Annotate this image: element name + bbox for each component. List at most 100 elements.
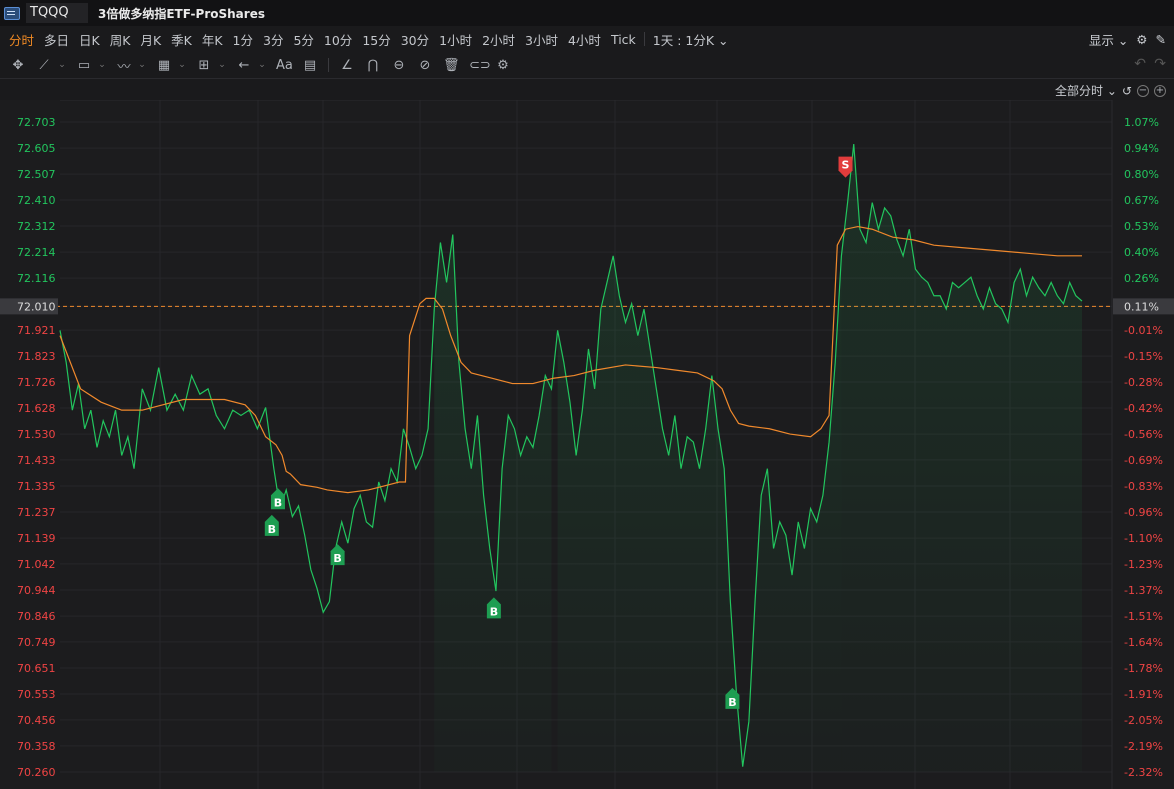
pct-tick-label: -0.28%	[1124, 376, 1163, 389]
hide-icon[interactable]: ⊘	[417, 58, 433, 73]
pct-tick-label: -2.05%	[1124, 714, 1163, 727]
chevron-down-icon[interactable]: ⌄	[218, 60, 226, 70]
pct-tick-label: -1.10%	[1124, 532, 1163, 545]
y-tick-label: 70.358	[17, 740, 56, 753]
chevron-down-icon[interactable]: ⌄	[138, 60, 146, 70]
pct-tick-label: 0.26%	[1124, 272, 1159, 285]
display-label: 显示	[1088, 32, 1114, 48]
display-menu[interactable]: 显示 ⌄	[1089, 30, 1128, 49]
period-tab[interactable]: 3小时	[525, 30, 566, 49]
zoom-out-icon[interactable]: −	[1137, 84, 1149, 97]
gear-icon[interactable]: ⚙	[1136, 32, 1147, 47]
pct-tick-label: -0.56%	[1124, 428, 1163, 441]
y-tick-label: 70.749	[17, 636, 56, 649]
ticker-input[interactable]: TQQQ	[26, 3, 88, 23]
chevron-down-icon: ⌄	[718, 32, 729, 48]
period-tab[interactable]: 多日	[44, 30, 77, 49]
chart-header: 全部分时 ⌄ ↺ − +	[0, 78, 1174, 101]
text-tool-icon[interactable]: Aa	[276, 58, 293, 73]
y-tick-label: 70.944	[17, 584, 56, 597]
range-select[interactable]: 全部分时 ⌄	[1055, 82, 1117, 99]
pct-tick-label: 0.94%	[1124, 142, 1159, 155]
y-tick-label: 70.553	[17, 688, 56, 701]
pct-tick-label: -1.78%	[1124, 662, 1163, 675]
buy-marker-label: B	[274, 496, 282, 509]
period-tab[interactable]: 15分	[362, 30, 398, 49]
combo-period-label: 1天 : 1分K	[652, 32, 715, 48]
magnet-icon[interactable]: ⋂	[365, 58, 381, 73]
security-name: 3倍做多纳指ETF-ProShares	[98, 6, 265, 21]
y-tick-label: 70.846	[17, 610, 56, 623]
line-tool-icon[interactable]: ∠	[339, 58, 355, 73]
trash-icon[interactable]: 🗑	[443, 58, 460, 73]
wave-tool-icon[interactable]: 〰	[116, 56, 132, 75]
pct-tick-label: -0.96%	[1124, 506, 1163, 519]
y-tick-label: 71.823	[17, 350, 56, 363]
pct-tick-label: -0.83%	[1124, 480, 1163, 493]
period-tab[interactable]: 季K	[171, 30, 200, 49]
menu-icon[interactable]	[4, 6, 20, 20]
measure-tool-icon[interactable]: ▦	[156, 58, 172, 73]
buy-marker-label: B	[268, 523, 276, 536]
pct-tick-label: 0.67%	[1124, 194, 1159, 207]
period-tab[interactable]: 2小时	[482, 30, 523, 49]
reset-icon[interactable]: ↺	[1122, 84, 1132, 98]
pencil-icon[interactable]: ✎	[1156, 32, 1166, 47]
comment-tool-icon[interactable]: ▤	[302, 58, 318, 73]
chevron-down-icon[interactable]: ⌄	[258, 60, 266, 70]
pct-tick-label: 0.40%	[1124, 246, 1159, 259]
pct-tick-label: -1.23%	[1124, 558, 1163, 571]
period-tab[interactable]: 周K	[110, 30, 139, 49]
y-tick-label: 71.139	[17, 532, 56, 545]
redo-icon[interactable]: ↷	[1154, 56, 1166, 72]
pct-tick-label: -0.69%	[1124, 454, 1163, 467]
period-tab[interactable]: 5分	[293, 30, 321, 49]
zoom-in-icon[interactable]: +	[1154, 84, 1166, 97]
period-tab[interactable]: 10分	[324, 30, 360, 49]
y-tick-label: 72.116	[17, 272, 56, 285]
visibility-icon[interactable]: ⊖	[391, 58, 407, 73]
arrow-tool-icon[interactable]: ←	[236, 58, 252, 73]
divider	[643, 32, 645, 46]
period-tab[interactable]: 日K	[79, 30, 108, 49]
pct-tick-label: -2.19%	[1124, 740, 1163, 753]
pct-tick-label: -1.91%	[1124, 688, 1163, 701]
chevron-down-icon[interactable]: ⌄	[98, 60, 106, 70]
period-tab[interactable]: 1分	[233, 30, 261, 49]
pct-tick-label: 1.07%	[1124, 116, 1159, 129]
link-icon[interactable]: ⊂⊃	[469, 58, 491, 73]
intraday-chart[interactable]: 72.703 72.605 72.507 72.410 72.312 72.214 72.1…	[0, 100, 1174, 789]
pct-tick-label: 0.11%	[1124, 300, 1159, 313]
period-tab[interactable]: Tick	[611, 32, 644, 47]
buy-marker-label: B	[728, 696, 736, 709]
title-bar: TQQQ 3倍做多纳指ETF-ProShares	[0, 0, 1174, 26]
pct-tick-label: -0.42%	[1124, 402, 1163, 415]
crosshair-move-icon[interactable]: ✥	[10, 58, 26, 73]
y-tick-label: 71.921	[17, 324, 56, 337]
period-tab[interactable]: 分时	[9, 30, 42, 49]
trendline-tool-icon[interactable]: ⟋	[36, 58, 52, 73]
divider	[328, 58, 329, 72]
chevron-down-icon[interactable]: ⌄	[178, 60, 186, 70]
period-tab[interactable]: 年K	[202, 30, 231, 49]
y-tick-label: 72.010	[17, 300, 56, 313]
period-tab[interactable]: 30分	[401, 30, 437, 49]
y-tick-label: 72.214	[17, 246, 56, 259]
range-label: 全部分时	[1055, 84, 1104, 98]
chevron-down-icon[interactable]: ⌄	[58, 60, 66, 70]
pct-tick-label: -0.01%	[1124, 324, 1163, 337]
buy-marker-label: B	[490, 605, 498, 618]
settings-icon[interactable]: ⚙	[495, 58, 511, 73]
y-tick-label: 72.605	[17, 142, 56, 155]
period-tab[interactable]: 1小时	[439, 30, 480, 49]
combo-period-select[interactable]: 1天 : 1分K ⌄	[653, 30, 737, 49]
rectangle-tool-icon[interactable]: ▭	[76, 58, 92, 73]
y-tick-label: 71.433	[17, 454, 56, 467]
period-tab[interactable]: 月K	[140, 30, 169, 49]
pct-tick-label: 0.53%	[1124, 220, 1159, 233]
period-tab[interactable]: 3分	[263, 30, 291, 49]
undo-icon[interactable]: ↶	[1134, 56, 1146, 72]
pct-tick-label: -1.37%	[1124, 584, 1163, 597]
period-tab[interactable]: 4小时	[568, 30, 609, 49]
fib-tool-icon[interactable]: ⊞	[196, 58, 212, 73]
